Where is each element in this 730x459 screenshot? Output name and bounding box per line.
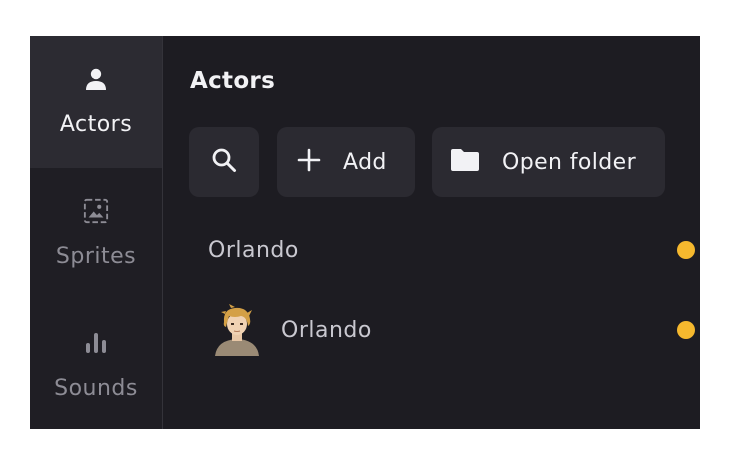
app-window: Actors Sprites Sounds Actors Add Open fo…	[30, 36, 700, 429]
open-folder-button[interactable]: Open folder	[432, 127, 665, 197]
add-button[interactable]: Add	[277, 127, 415, 197]
page-title: Actors	[190, 68, 276, 94]
sidebar-item-sprites[interactable]: Sprites	[30, 168, 162, 300]
main-panel: Actors Add Open folder Orlando Orlando	[163, 36, 700, 429]
open-folder-label: Open folder	[502, 149, 637, 175]
search-icon	[210, 146, 238, 178]
folder-icon	[450, 147, 480, 177]
plus-icon	[297, 148, 321, 176]
bars-icon	[83, 330, 109, 356]
actor-name: Orlando	[208, 237, 299, 263]
search-button[interactable]	[189, 127, 259, 197]
sidebar-item-label: Sprites	[55, 244, 137, 269]
sidebar-item-actors[interactable]: Actors	[30, 36, 162, 168]
add-button-label: Add	[343, 149, 387, 175]
sidebar-item-label: Actors	[59, 112, 133, 137]
status-badge	[677, 241, 695, 259]
list-item[interactable]: Orlando	[211, 300, 695, 360]
avatar	[211, 304, 263, 356]
sidebar-item-sounds[interactable]: Sounds	[30, 300, 162, 429]
actor-name: Orlando	[281, 317, 372, 343]
status-badge	[677, 321, 695, 339]
sidebar: Actors Sprites Sounds	[30, 36, 163, 429]
sidebar-item-label: Sounds	[54, 376, 138, 401]
list-item[interactable]: Orlando	[208, 220, 695, 280]
image-icon	[83, 198, 109, 224]
person-icon	[83, 66, 109, 92]
